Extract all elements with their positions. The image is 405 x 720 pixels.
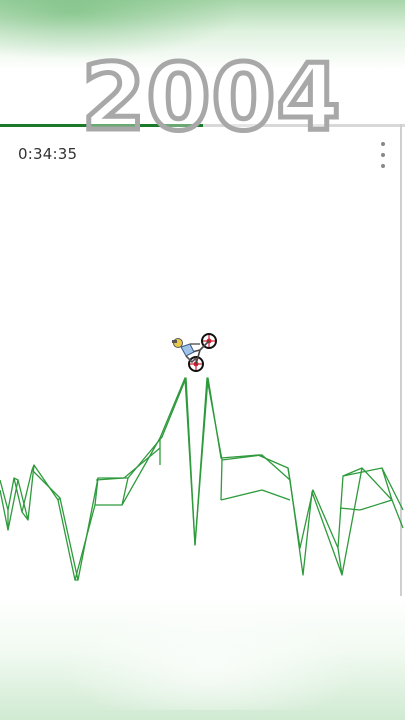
- bike-rider: [172, 333, 217, 372]
- terrain-lines: [0, 377, 404, 581]
- year-title: 2004: [79, 44, 343, 151]
- game-screen[interactable]: 0:34:35 2004: [0, 0, 405, 720]
